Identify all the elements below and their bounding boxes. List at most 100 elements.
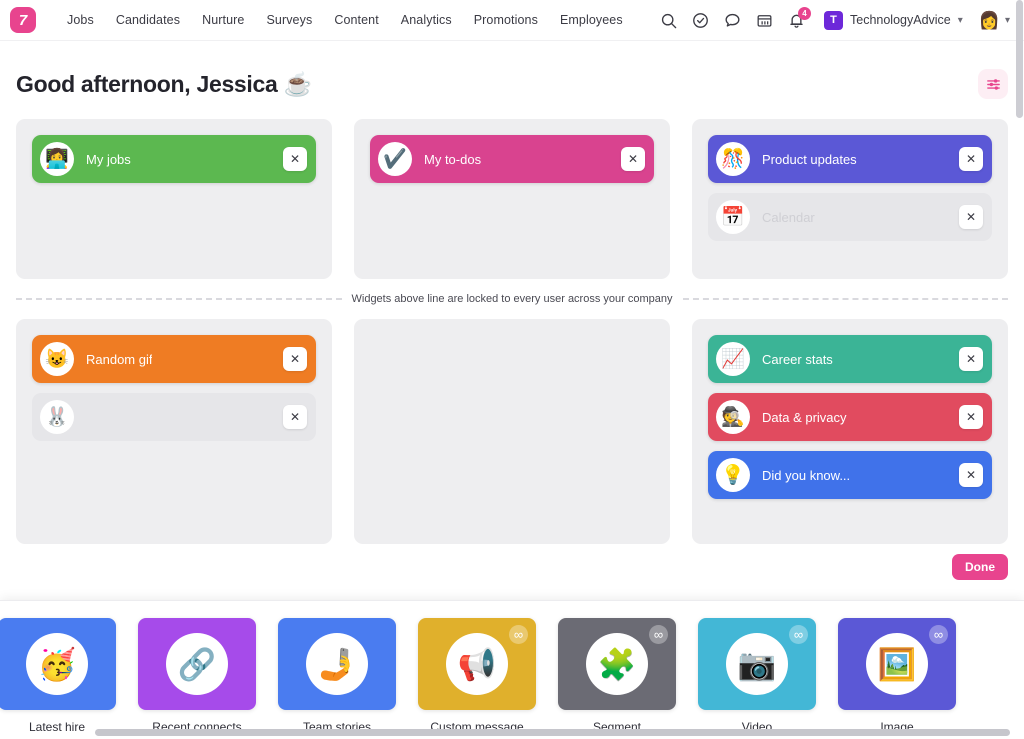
widget-emoji-icon: 🎊 xyxy=(716,142,750,176)
widget-emoji-icon: 😺 xyxy=(40,342,74,376)
gallery-item-image[interactable]: 🖼️ ∞ Image xyxy=(838,618,956,734)
gallery-item-latest-hire[interactable]: 🥳 Latest hire xyxy=(0,618,116,734)
nav-item-content[interactable]: Content xyxy=(323,9,389,31)
gallery-horizontal-scrollbar[interactable] xyxy=(95,729,1010,736)
locked-widgets-row: 👩‍💻 My jobs ✕ ✔️ My to-dos ✕ 🎊 Product updates ✕… xyxy=(16,119,1008,279)
gallery-tile[interactable]: 📷 ∞ xyxy=(698,618,816,710)
gallery-emoji-icon: 🔗 xyxy=(166,633,228,695)
chat-bubble-icon[interactable] xyxy=(723,11,742,30)
gallery-tile[interactable]: 📢 ∞ xyxy=(418,618,536,710)
nav-item-nurture[interactable]: Nurture xyxy=(191,9,255,31)
widget-gallery-strip: 🥳 Latest hire 🔗 Recent connects 🤳 Team storie… xyxy=(0,601,1024,734)
gallery-emoji-icon: 🧩 xyxy=(586,633,648,695)
infinite-badge-icon: ∞ xyxy=(929,625,948,644)
gallery-tile[interactable]: 🤳 xyxy=(278,618,396,710)
close-icon[interactable]: ✕ xyxy=(959,405,983,429)
divider-line-left xyxy=(16,298,342,300)
nav-item-analytics[interactable]: Analytics xyxy=(390,9,463,31)
gallery-emoji-icon: 🥳 xyxy=(26,633,88,695)
widget-emoji-icon: 📅 xyxy=(716,200,750,234)
brand-logo-icon[interactable]: 7 xyxy=(10,7,36,33)
organization-avatar: T xyxy=(824,10,843,30)
widget-label: Random gif xyxy=(86,351,153,367)
widget-zone-locked-middle[interactable]: ✔️ My to-dos ✕ xyxy=(354,119,670,279)
widget-label: Calendar xyxy=(762,209,815,225)
widget-emoji-icon: ✔️ xyxy=(378,142,412,176)
organization-switcher[interactable]: T TechnologyAdvice ▾ xyxy=(824,10,963,30)
widget-zone-locked-left[interactable]: 👩‍💻 My jobs ✕ xyxy=(16,119,332,279)
widget-label: My to-dos xyxy=(424,151,482,167)
widget-zone-free-left[interactable]: 😺 Random gif ✕ 🐰 ✕ xyxy=(16,319,332,544)
close-icon[interactable]: ✕ xyxy=(959,147,983,171)
page-root: 7 Jobs Candidates Nurture Surveys Content Ana… xyxy=(0,0,1024,739)
widget-card[interactable]: 😺 Random gif ✕ xyxy=(32,335,316,383)
gallery-emoji-icon: 📷 xyxy=(726,633,788,695)
chevron-down-icon: ▾ xyxy=(957,14,963,26)
gallery-item-team-stories[interactable]: 🤳 Team stories xyxy=(278,618,396,734)
widget-board-free: 😺 Random gif ✕ 🐰 ✕ 📈 Career stats ✕ 🕵️ Data & pri… xyxy=(0,305,1024,544)
close-icon[interactable]: ✕ xyxy=(959,205,983,229)
check-circle-icon[interactable] xyxy=(691,11,710,30)
gallery-item-video[interactable]: 📷 ∞ Video xyxy=(698,618,816,734)
widget-card[interactable]: 📈 Career stats ✕ xyxy=(708,335,992,383)
widget-card[interactable]: 👩‍💻 My jobs ✕ xyxy=(32,135,316,183)
gallery-tile[interactable]: 🧩 ∞ xyxy=(558,618,676,710)
notification-count-badge: 4 xyxy=(798,6,811,20)
gallery-tile[interactable]: 🖼️ ∞ xyxy=(838,618,956,710)
locked-divider: Widgets above line are locked to every u… xyxy=(16,293,1008,305)
divider-line-right xyxy=(682,298,1008,300)
done-button[interactable]: Done xyxy=(952,554,1008,580)
calendar-icon[interactable] xyxy=(755,11,774,30)
widget-emoji-icon: 🕵️ xyxy=(716,400,750,434)
gallery-tile[interactable]: 🔗 xyxy=(138,618,256,710)
widget-label: Did you know... xyxy=(762,467,851,483)
top-navigation-bar: 7 Jobs Candidates Nurture Surveys Content Ana… xyxy=(0,0,1024,41)
chevron-down-icon: ▾ xyxy=(1004,14,1010,26)
nav-item-candidates[interactable]: Candidates xyxy=(105,9,191,31)
close-icon[interactable]: ✕ xyxy=(283,405,307,429)
widget-card[interactable]: 🐰 ✕ xyxy=(32,393,316,441)
infinite-badge-icon: ∞ xyxy=(509,625,528,644)
gallery-item-custom-message[interactable]: 📢 ∞ Custom message xyxy=(418,618,536,734)
close-icon[interactable]: ✕ xyxy=(959,347,983,371)
close-icon[interactable]: ✕ xyxy=(959,463,983,487)
widget-zone-locked-right[interactable]: 🎊 Product updates ✕ 📅 Calendar ✕ xyxy=(692,119,1008,279)
close-icon[interactable]: ✕ xyxy=(621,147,645,171)
nav-item-surveys[interactable]: Surveys xyxy=(255,9,323,31)
close-icon[interactable]: ✕ xyxy=(283,147,307,171)
infinite-badge-icon: ∞ xyxy=(789,625,808,644)
widget-zone-free-middle[interactable] xyxy=(354,319,670,544)
avatar: 👩 xyxy=(978,10,1000,30)
divider-label: Widgets above line are locked to every u… xyxy=(351,293,673,305)
widget-card[interactable]: 📅 Calendar ✕ xyxy=(708,193,992,241)
nav-item-promotions[interactable]: Promotions xyxy=(463,9,549,31)
close-icon[interactable]: ✕ xyxy=(283,347,307,371)
widget-label: Data & privacy xyxy=(762,409,847,425)
widget-emoji-icon: 💡 xyxy=(716,458,750,492)
sliders-icon[interactable] xyxy=(978,69,1008,99)
page-vertical-scrollbar[interactable] xyxy=(1016,0,1023,118)
user-menu[interactable]: 👩 ▾ xyxy=(979,12,1010,29)
notifications-bell[interactable]: 4 xyxy=(787,6,811,30)
widget-label: My jobs xyxy=(86,151,131,167)
search-icon[interactable] xyxy=(659,11,678,30)
gallery-tile[interactable]: 🥳 xyxy=(0,618,116,710)
nav-item-employees[interactable]: Employees xyxy=(549,9,634,31)
page-title: Good afternoon, Jessica ☕ xyxy=(16,70,312,97)
gallery-item-segment[interactable]: 🧩 ∞ Segment xyxy=(558,618,676,734)
widget-card[interactable]: 🕵️ Data & privacy ✕ xyxy=(708,393,992,441)
widget-zone-free-right[interactable]: 📈 Career stats ✕ 🕵️ Data & privacy ✕ 💡 Did you … xyxy=(692,319,1008,544)
nav-item-jobs[interactable]: Jobs xyxy=(56,9,105,31)
widget-card[interactable]: 💡 Did you know... ✕ xyxy=(708,451,992,499)
widget-board: 👩‍💻 My jobs ✕ ✔️ My to-dos ✕ 🎊 Product updates ✕… xyxy=(0,99,1024,279)
gallery-item-recent-connects[interactable]: 🔗 Recent connects xyxy=(138,618,256,734)
widget-card[interactable]: 🎊 Product updates ✕ xyxy=(708,135,992,183)
widget-emoji-icon: 📈 xyxy=(716,342,750,376)
organization-name: TechnologyAdvice xyxy=(850,13,951,27)
gallery-emoji-icon: 📢 xyxy=(446,633,508,695)
infinite-badge-icon: ∞ xyxy=(649,625,668,644)
widget-emoji-icon: 🐰 xyxy=(40,400,74,434)
top-bar-actions: 4 T TechnologyAdvice ▾ 👩 ▾ xyxy=(659,6,1010,30)
gallery-emoji-icon: 🖼️ xyxy=(866,633,928,695)
widget-card[interactable]: ✔️ My to-dos ✕ xyxy=(370,135,654,183)
